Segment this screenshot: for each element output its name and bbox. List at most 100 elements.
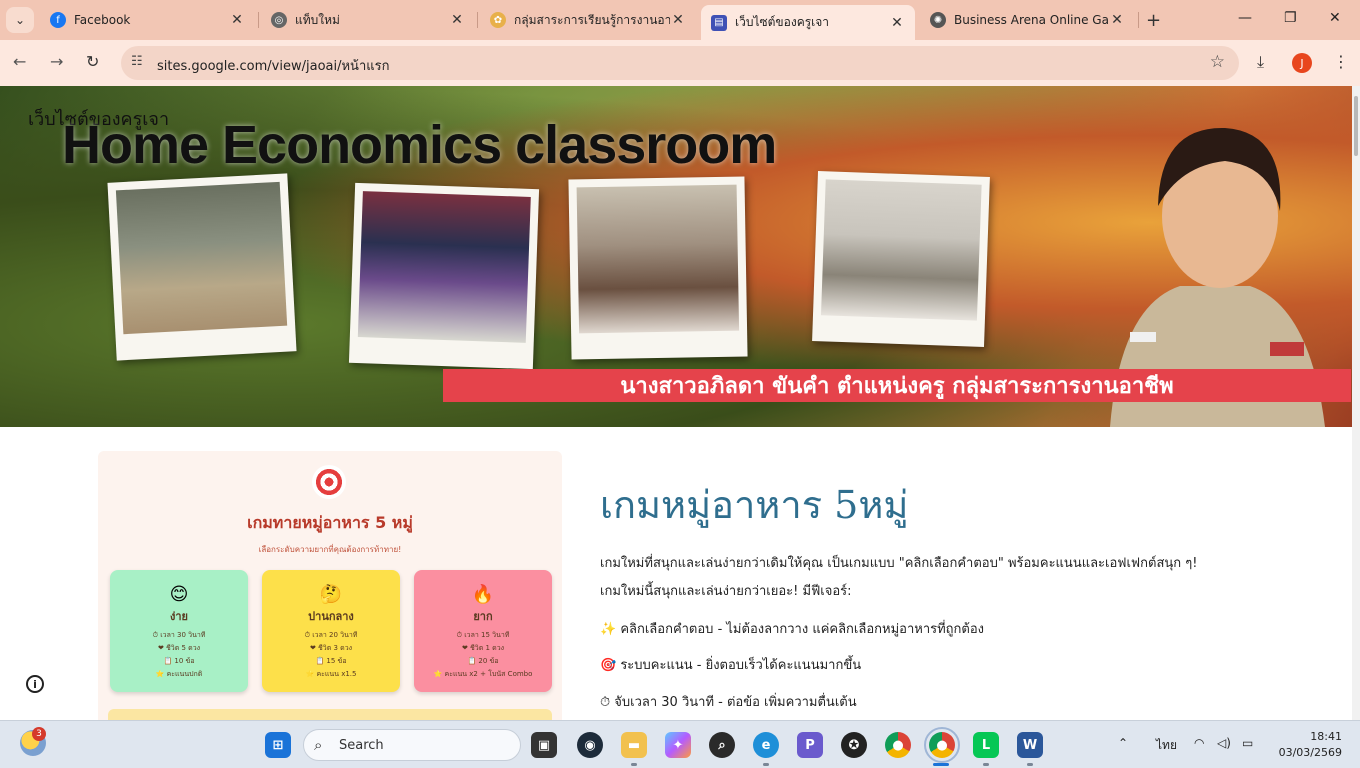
feature-item: 🎯 ระบบคะแนน - ยิ่งตอบเร็วได้คะแนนมากขึ้น [600,658,862,673]
level-lives: ❤ ชีวิต 5 ดวง [157,644,201,652]
tab-divider [258,12,259,28]
close-window-button[interactable]: ✕ [1329,10,1341,26]
restore-button[interactable]: ❐ [1284,10,1297,26]
level-questions: 📋 10 ข้อ [163,657,195,665]
photo-cooking-class [348,182,540,370]
close-icon[interactable]: ✕ [889,15,905,31]
header-banner: เว็บไซต์ของครูเจา Home Economics classro… [0,86,1352,427]
reload-button[interactable]: ↻ [86,52,99,71]
game-preview-card[interactable]: เกมทายหมู่อาหาร 5 หมู่ เลือกระดับความยาก… [98,451,562,720]
tab-divider [477,12,478,28]
language-indicator[interactable]: ไทย [1156,736,1177,755]
browser-toolbar: ← → ↻ ☷ sites.google.com/view/jaoai/หน้า… [0,40,1360,86]
close-icon[interactable]: ✕ [1109,12,1125,28]
windows-start-icon[interactable]: ⊞ [265,732,291,758]
url-text[interactable]: sites.google.com/view/jaoai/หน้าแรก [157,55,389,76]
plus-icon: + [1146,10,1162,31]
word-icon[interactable]: W [1017,732,1043,758]
tab-facebook[interactable]: f Facebook ✕ [40,5,255,35]
smile-icon: 😊 [169,584,189,605]
battery-icon[interactable]: ▭ [1242,736,1253,750]
intro-text: เกมใหม่ที่สนุกและเล่นง่ายกว่าเดิมให้คุณ … [600,556,1198,571]
target-icon [312,465,346,499]
level-questions: 📋 20 ข้อ [467,657,499,665]
close-icon: ✕ [1329,10,1341,26]
running-indicator [763,763,769,766]
close-icon[interactable]: ✕ [449,12,465,28]
arrow-left-icon: ← [13,52,27,71]
level-name: ปานกลาง [308,610,354,623]
file-explorer-icon[interactable]: ▬ [621,732,647,758]
level-hard-card[interactable]: 🔥 ยาก ⏱ เวลา 15 วินาที ❤ ชีวิต 1 ดวง 📋 2… [414,570,552,692]
search-label: Search [339,738,384,753]
clock-date: 03/03/2569 [1278,746,1342,759]
windows-taskbar: 3 ⊞ ⌕ Search ▣ ◉ ▬ ✦ ⌕ e P ✪ ● ● L W ⌃ ไ… [0,720,1360,768]
running-indicator [631,763,637,766]
copilot-icon[interactable]: ✦ [665,732,691,758]
chrome-icon: ◎ [271,12,287,28]
restore-icon: ❐ [1284,10,1297,26]
edge-icon[interactable]: e [753,732,779,758]
tab-career-group[interactable]: ✿ กลุ่มสาระการเรียนรู้การงานอาชีพ ✕ [480,5,696,35]
tab-label: Business Arena Online Game [954,13,1109,27]
close-icon[interactable]: ✕ [229,12,245,28]
tab-label: เว็บไซต์ของครูเจา [735,15,830,29]
page-heading: เกมหมู่อาหาร 5หมู่ [600,483,909,527]
page-scrollbar[interactable] [1352,86,1360,720]
download-icon: ⤓ [1257,52,1265,71]
banner-title: Home Economics classroom [62,115,777,175]
site-info-icon[interactable]: ☷ [131,54,143,69]
photo-classroom-hands [568,176,748,360]
tab-search-button[interactable]: ⌄ [6,7,34,33]
forward-button[interactable]: → [50,52,63,71]
feature-item: ✨ คลิกเลือกคำตอบ - ไม่ต้องลากวาง แค่คลิก… [600,622,985,637]
new-tab-button[interactable]: + [1146,10,1161,31]
bookmark-star-icon[interactable]: ☆ [1210,52,1225,72]
menu-button[interactable]: ⋮ [1333,52,1349,71]
taskbar-search[interactable]: ⌕ Search [303,729,521,761]
level-questions: 📋 15 ข้อ [315,657,347,665]
chrome-profile-icon[interactable]: ● [924,727,960,763]
app-icon[interactable]: ◉ [577,732,603,758]
tab-new-tab[interactable]: ◎ แท็บใหม่ ✕ [261,5,475,35]
profile-avatar[interactable]: J [1292,53,1312,73]
running-indicator [1027,763,1033,766]
chevron-down-icon: ⌄ [14,13,26,27]
scrollbar-thumb[interactable] [1354,96,1358,156]
level-time: ⏱ เวลา 15 วินาที [456,631,510,639]
info-icon[interactable]: i [26,675,44,693]
level-medium-card[interactable]: 🤔 ปานกลาง ⏱ เวลา 20 วินาที ❤ ชีวิต 3 ดวง… [262,570,400,692]
sites-icon: ▤ [711,14,727,31]
download-button[interactable]: ⤓ [1257,52,1264,72]
task-view-icon[interactable]: ▣ [531,732,557,758]
line-icon[interactable]: L [973,732,999,758]
level-lives: ❤ ชีวิต 3 ดวง [309,644,353,652]
feature-item: ⏱ จับเวลา 30 วินาที - ต่อข้อ เพิ่มความตื… [600,695,857,710]
tray-overflow-icon[interactable]: ⌃ [1118,736,1128,750]
minimize-icon: — [1238,10,1252,26]
more-vert-icon: ⋮ [1333,52,1349,71]
tab-divider [1138,12,1139,28]
back-button[interactable]: ← [13,52,26,71]
search-app-icon[interactable]: ⌕ [709,732,735,758]
chrome-icon[interactable]: ● [885,732,911,758]
publisher-icon[interactable]: P [797,732,823,758]
level-easy-card[interactable]: 😊 ง่าย ⏱ เวลา 30 วินาที ❤ ชีวิต 5 ดวง 📋 … [110,570,248,692]
clock-time: 18:41 [1310,730,1342,743]
wifi-icon[interactable]: ◠ [1194,736,1204,750]
arrow-right-icon: → [50,52,64,71]
system-clock[interactable]: 18:41 03/03/2569 [1270,729,1342,761]
minimize-button[interactable]: — [1238,10,1252,26]
volume-icon[interactable]: ◁) [1217,736,1231,750]
tab-teacher-site[interactable]: ▤ เว็บไซต์ของครูเจา ✕ [701,5,915,40]
close-icon[interactable]: ✕ [670,12,686,28]
game-subtitle: เลือกระดับความยากที่คุณต้องการท้าทาย! [258,545,402,554]
address-bar[interactable]: ☷ sites.google.com/view/jaoai/หน้าแรก ☆ [121,46,1239,80]
app-red-icon[interactable]: ✪ [841,732,867,758]
page-content: เว็บไซต์ของครูเจา Home Economics classro… [0,86,1352,720]
active-indicator [933,763,949,766]
thinking-icon: 🤔 [319,584,343,605]
tab-business-arena[interactable]: ✺ Business Arena Online Game ✕ [920,5,1135,35]
game-title: เกมทายหมู่อาหาร 5 หมู่ [247,513,413,532]
level-score: ⭐ คะแนน x1.5 [305,670,357,678]
